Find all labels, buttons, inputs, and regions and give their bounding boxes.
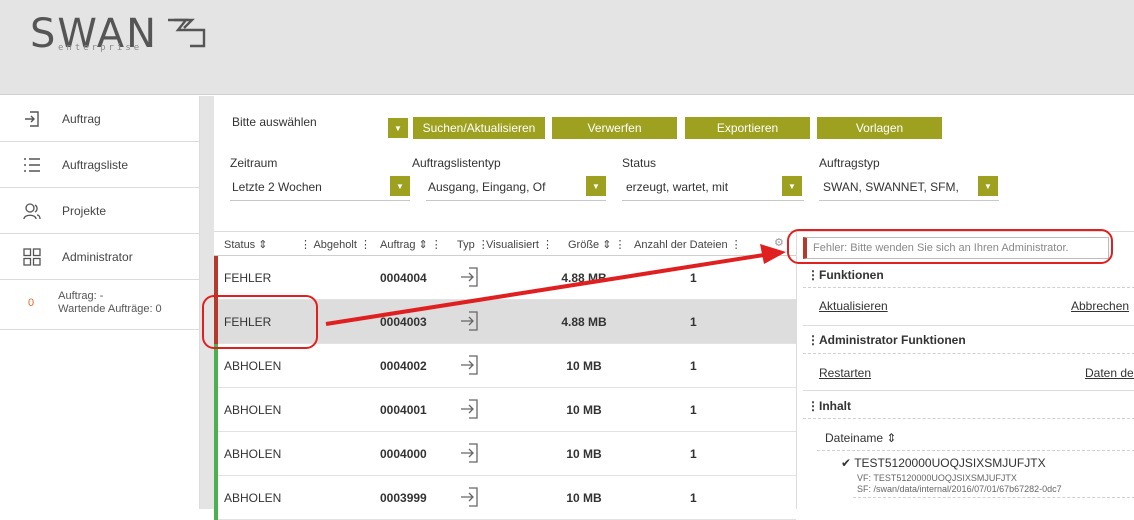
annotation-arrow (325, 244, 786, 326)
